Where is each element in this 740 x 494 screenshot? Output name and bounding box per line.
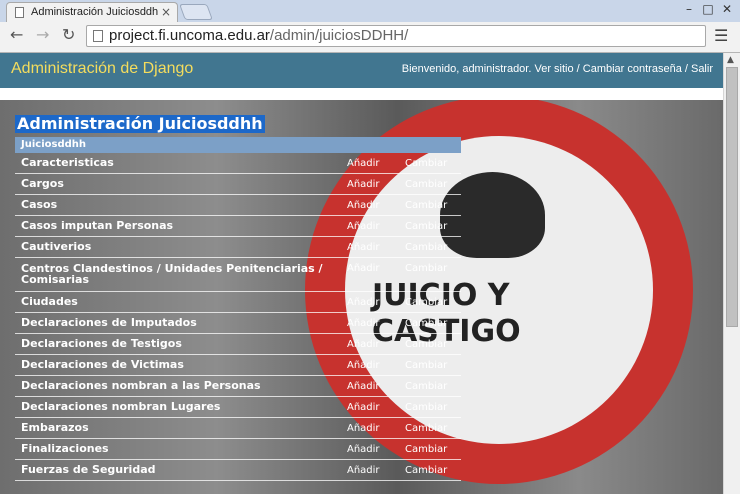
model-row: Declaraciones de Testigos Añadir Cambiar [15, 334, 461, 355]
change-link[interactable]: Cambiar [405, 423, 447, 434]
model-row: Declaraciones nombran Lugares Añadir Cambi… [15, 397, 461, 418]
model-link[interactable]: Casos imputan Personas [21, 220, 331, 231]
model-link[interactable]: Fuerzas de Seguridad [21, 464, 331, 475]
add-link[interactable]: Añadir [347, 297, 380, 308]
add-link[interactable]: Añadir [347, 339, 380, 350]
scroll-thumb[interactable] [726, 67, 738, 327]
change-link[interactable]: Cambiar [405, 158, 447, 169]
url-text: project.fi.uncoma.edu.ar/admin/juiciosDD… [109, 27, 408, 44]
model-row: Caracteristicas Añadir Cambiar [15, 153, 461, 174]
change-link[interactable]: Cambiar [405, 339, 447, 350]
change-link[interactable]: Cambiar [405, 242, 447, 253]
model-link[interactable]: Caracteristicas [21, 157, 331, 168]
add-link[interactable]: Añadir [347, 158, 380, 169]
add-link[interactable]: Añadir [347, 360, 380, 371]
change-link[interactable]: Cambiar [405, 444, 447, 455]
model-row: Declaraciones de Victimas Añadir Cambiar [15, 355, 461, 376]
tab-title: Administración Juiciosddh [31, 6, 159, 18]
close-tab-icon[interactable]: × [161, 5, 171, 19]
model-link[interactable]: Casos [21, 199, 331, 210]
model-row: Fuerzas de Seguridad Añadir Cambiar [15, 460, 461, 481]
model-link[interactable]: Centros Clandestinos / Unidades Penitenc… [21, 263, 331, 285]
address-bar[interactable]: project.fi.uncoma.edu.ar/admin/juiciosDD… [86, 25, 706, 47]
page-favicon-icon [15, 7, 24, 18]
model-list: Caracteristicas Añadir Cambiar Cargos Añadir… [15, 153, 461, 481]
add-link[interactable]: Añadir [347, 263, 380, 274]
browser-tab[interactable]: Administración Juiciosddh × [6, 2, 178, 22]
model-link[interactable]: Declaraciones nombran Lugares [21, 401, 331, 412]
model-link[interactable]: Declaraciones de Victimas [21, 359, 331, 370]
model-row: Declaraciones de Imputados Añadir Cambiar [15, 313, 461, 334]
url-path: /admin/juiciosDDHH/ [269, 27, 409, 44]
scroll-up-icon[interactable]: ▲ [727, 55, 734, 65]
add-link[interactable]: Añadir [347, 402, 380, 413]
change-link[interactable]: Cambiar [405, 465, 447, 476]
minimize-icon[interactable]: – [680, 0, 698, 18]
change-link[interactable]: Cambiar [405, 318, 447, 329]
model-link[interactable]: Declaraciones de Imputados [21, 317, 331, 328]
model-link[interactable]: Ciudades [21, 296, 331, 307]
add-link[interactable]: Añadir [347, 423, 380, 434]
app-module: Juiciosddhh Caracteristicas Añadir Cambiar… [15, 137, 461, 481]
user-tools[interactable]: Bienvenido, administrador. Ver sitio / C… [402, 63, 713, 75]
url-host: project.fi.uncoma.edu.ar [109, 27, 270, 44]
model-row: Embarazos Añadir Cambiar [15, 418, 461, 439]
model-link[interactable]: Cautiverios [21, 241, 331, 252]
model-link[interactable]: Finalizaciones [21, 443, 331, 454]
model-row: Centros Clandestinos / Unidades Penitenc… [15, 258, 461, 292]
forward-arrow-icon[interactable]: → [36, 25, 49, 44]
change-link[interactable]: Cambiar [405, 381, 447, 392]
add-link[interactable]: Añadir [347, 465, 380, 476]
model-row: Casos imputan Personas Añadir Cambiar [15, 216, 461, 237]
model-row: Declaraciones nombran a las Personas Añad… [15, 376, 461, 397]
back-arrow-icon[interactable]: ← [10, 25, 23, 44]
model-link[interactable]: Embarazos [21, 422, 331, 433]
close-window-icon[interactable]: ✕ [718, 0, 736, 18]
add-link[interactable]: Añadir [347, 242, 380, 253]
add-link[interactable]: Añadir [347, 221, 380, 232]
page-viewport: Administración de Django Bienvenido, adm… [0, 53, 723, 494]
change-link[interactable]: Cambiar [405, 179, 447, 190]
model-link[interactable]: Declaraciones nombran a las Personas [21, 380, 331, 391]
add-link[interactable]: Añadir [347, 444, 380, 455]
add-link[interactable]: Añadir [347, 179, 380, 190]
model-row: Ciudades Añadir Cambiar [15, 292, 461, 313]
model-row: Finalizaciones Añadir Cambiar [15, 439, 461, 460]
browser-toolbar: ← → ↻ project.fi.uncoma.edu.ar/admin/jui… [0, 22, 740, 53]
module-caption[interactable]: Juiciosddhh [15, 137, 461, 153]
model-link[interactable]: Cargos [21, 178, 331, 189]
change-link[interactable]: Cambiar [405, 200, 447, 211]
vertical-scrollbar[interactable]: ▲ [723, 53, 740, 494]
model-row: Casos Añadir Cambiar [15, 195, 461, 216]
new-tab-button[interactable] [179, 4, 213, 20]
change-link[interactable]: Cambiar [405, 402, 447, 413]
page-title: Administración Juiciosddhh [15, 114, 265, 133]
change-link[interactable]: Cambiar [405, 360, 447, 371]
add-link[interactable]: Añadir [347, 381, 380, 392]
add-link[interactable]: Añadir [347, 318, 380, 329]
reload-icon[interactable]: ↻ [62, 25, 75, 44]
maximize-icon[interactable]: □ [699, 0, 717, 18]
site-branding[interactable]: Administración de Django [11, 60, 193, 78]
page-icon [93, 30, 103, 42]
change-link[interactable]: Cambiar [405, 221, 447, 232]
add-link[interactable]: Añadir [347, 200, 380, 211]
change-link[interactable]: Cambiar [405, 263, 447, 274]
admin-header: Administración de Django Bienvenido, adm… [0, 53, 723, 88]
model-row: Cargos Añadir Cambiar [15, 174, 461, 195]
tab-bar: Administración Juiciosddh × – □ ✕ [0, 0, 740, 22]
model-link[interactable]: Declaraciones de Testigos [21, 338, 331, 349]
model-row: Cautiverios Añadir Cambiar [15, 237, 461, 258]
change-link[interactable]: Cambiar [405, 297, 447, 308]
menu-icon[interactable]: ☰ [714, 26, 728, 45]
